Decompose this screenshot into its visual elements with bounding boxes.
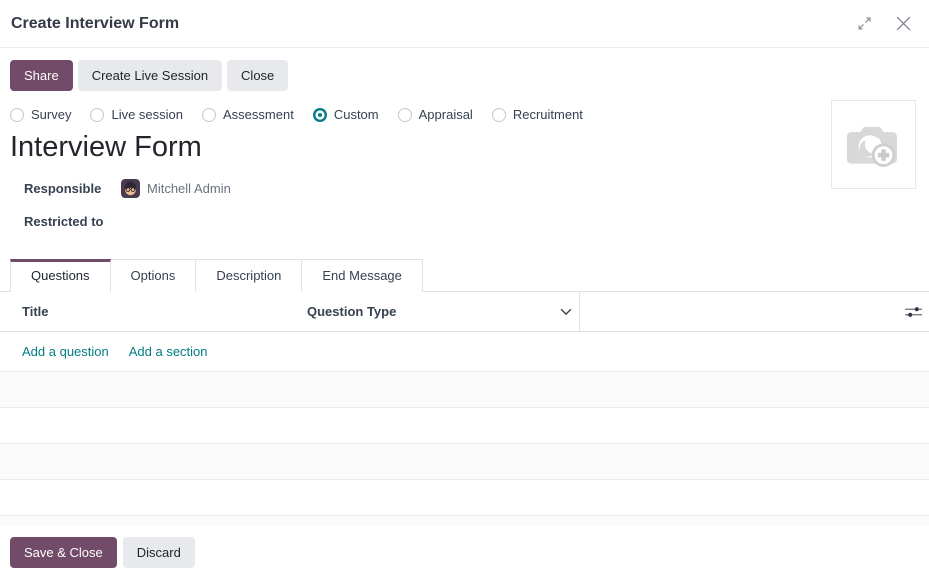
responsible-label: Responsible [24, 180, 102, 196]
tab-description[interactable]: Description [196, 259, 303, 292]
dialog-header: Create Interview Form [0, 0, 929, 48]
tab-end-message[interactable]: End Message [302, 259, 423, 292]
responsible-name: Mitchell Admin [147, 180, 231, 196]
radio-icon [90, 107, 105, 122]
notebook-tabs: Questions Options Description End Messag… [0, 259, 929, 292]
save-and-close-button[interactable]: Save & Close [10, 537, 117, 568]
radio-option-recruitment[interactable]: Recruitment [491, 107, 583, 122]
radio-icon [491, 107, 506, 122]
radio-icon [202, 107, 217, 122]
expand-icon[interactable] [856, 15, 873, 32]
tab-options[interactable]: Options [110, 259, 197, 292]
radio-option-custom[interactable]: Custom [312, 107, 379, 122]
responsible-value[interactable]: Mitchell Admin [121, 178, 231, 198]
radio-label: Survey [31, 107, 72, 122]
avatar [121, 178, 140, 198]
radio-label: Appraisal [418, 107, 473, 122]
radio-label: Assessment [223, 107, 294, 122]
chevron-down-icon [560, 308, 572, 315]
empty-list-row [0, 480, 929, 516]
form-fields: Responsible Mitchell Admin Restricted to [24, 178, 929, 231]
radio-label: Custom [333, 107, 379, 122]
sliders-icon[interactable] [905, 305, 922, 319]
radio-option-live-session[interactable]: Live session [90, 107, 183, 122]
close-icon[interactable] [894, 14, 913, 33]
create-interview-form-dialog: Create Interview Form Share Create Live … [0, 0, 929, 584]
radio-option-appraisal[interactable]: Appraisal [397, 107, 473, 122]
questions-table-header: Title Question Type [0, 292, 929, 332]
radio-icon [10, 107, 24, 122]
create-live-session-button[interactable]: Create Live Session [77, 60, 223, 91]
share-button[interactable]: Share [10, 60, 73, 91]
dialog-footer: Save & Close Discard [0, 526, 929, 568]
empty-list-row [0, 372, 929, 408]
column-header-title[interactable]: Title [10, 304, 295, 319]
radio-icon-checked [312, 107, 327, 122]
discard-button[interactable]: Discard [122, 537, 195, 568]
empty-list-row [0, 444, 929, 480]
restricted-to-label: Restricted to [24, 213, 104, 229]
dialog-header-icons [856, 14, 913, 33]
image-upload-placeholder[interactable] [831, 100, 916, 189]
column-header-extra [580, 292, 929, 331]
camera-add-icon [846, 126, 897, 167]
action-toolbar: Share Create Live Session Close [0, 48, 929, 100]
column-header-question-type-label: Question Type [307, 304, 397, 319]
tab-questions[interactable]: Questions [10, 259, 111, 292]
empty-list-row [0, 408, 929, 444]
responsible-field-row: Responsible Mitchell Admin [24, 178, 929, 198]
survey-type-radio-group: Survey Live session Assessment Custom Ap… [0, 100, 929, 122]
add-a-question-link[interactable]: Add a question [22, 344, 109, 359]
restricted-to-field-row: Restricted to [24, 211, 929, 231]
empty-list-row [0, 516, 929, 526]
radio-label: Recruitment [512, 107, 583, 122]
radio-option-survey[interactable]: Survey [10, 107, 71, 122]
dialog-title: Create Interview Form [11, 14, 180, 32]
radio-label: Live session [111, 107, 184, 122]
survey-title-input[interactable]: Interview Form [10, 131, 919, 164]
questions-list: Title Question Type Add a question Add a… [0, 292, 929, 526]
radio-icon [397, 107, 412, 122]
list-add-row: Add a question Add a section [0, 332, 929, 372]
add-a-section-link[interactable]: Add a section [129, 344, 208, 359]
column-header-question-type[interactable]: Question Type [295, 292, 580, 331]
close-button[interactable]: Close [227, 60, 289, 91]
radio-option-assessment[interactable]: Assessment [202, 107, 294, 122]
